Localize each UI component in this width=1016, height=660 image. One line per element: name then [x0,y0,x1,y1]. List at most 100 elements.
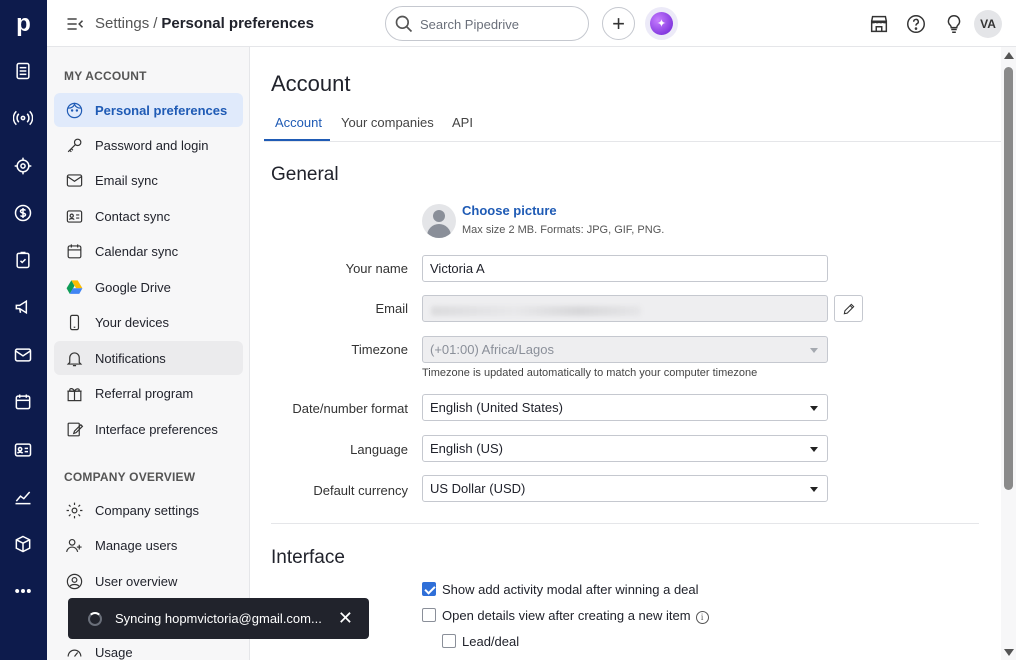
breadcrumb-separator: / [153,15,158,32]
contacts-icon[interactable] [11,438,35,462]
language-value: English (US) [430,441,503,456]
users-icon [63,534,85,556]
sidebar-item-interface-preferences[interactable]: Interface preferences [54,412,243,446]
app-rail: p [0,0,47,660]
interface-heading: Interface [271,547,345,568]
sidebar-item-company-settings[interactable]: Company settings [54,493,243,527]
user-circle-icon [63,570,85,592]
lead-deal-label: Lead/deal [462,634,520,649]
lightbulb-icon[interactable] [943,13,965,35]
open-details-checkbox[interactable] [422,608,436,622]
more-icon[interactable] [11,579,35,603]
sidebar-item-label: Your devices [95,314,169,330]
tab-account[interactable]: Account [275,115,322,130]
scroll-up-arrow-icon[interactable] [1004,52,1014,59]
date-format-value: English (United States) [430,400,563,415]
tab-bar: Account Your companies API [264,111,1001,142]
insights-icon[interactable] [11,485,35,509]
bell-icon [63,347,85,369]
currency-value: US Dollar (USD) [430,481,526,496]
sidebar-item-email-sync[interactable]: Email sync [54,163,243,197]
edit-email-button[interactable] [834,295,863,322]
face-icon [63,99,85,121]
sidebar-item-manage-users[interactable]: Manage users [54,528,243,562]
activity-modal-checkbox[interactable] [422,582,436,596]
pencil-icon [843,303,854,314]
scroll-down-arrow-icon[interactable] [1004,649,1014,656]
dollar-icon[interactable] [11,201,35,225]
profile-picture-placeholder[interactable] [422,204,456,238]
page-title: Account [271,71,351,96]
leads-icon[interactable] [11,106,35,130]
search-input[interactable] [420,15,580,33]
breadcrumb-parent[interactable]: Settings [95,15,149,32]
gear-icon [63,499,85,521]
mail-icon[interactable] [11,343,35,367]
chevron-down-icon [810,406,818,411]
info-icon[interactable]: i [695,611,709,624]
email-field [422,295,828,322]
sidebar-item-label: Company settings [95,502,200,518]
sidebar-item-label: Usage [95,644,133,660]
pipedrive-logo[interactable]: p [0,0,47,47]
page-scrollbar[interactable] [1001,47,1016,660]
edit-layout-icon [63,418,85,440]
sidebar-item-label: Calendar sync [95,243,179,259]
chevron-down-icon [810,447,818,452]
sidebar-item-label: Notifications [95,350,166,366]
close-icon[interactable]: ✕ [338,608,353,629]
mail-icon [63,169,85,191]
breadcrumb-current: Personal preferences [161,15,314,32]
sidebar-item-label: Email sync [95,172,158,188]
sidebar-item-contact-sync[interactable]: Contact sync [54,199,243,233]
name-field[interactable]: Victoria A [422,255,828,282]
google-drive-icon [63,276,85,298]
help-icon[interactable] [905,13,927,35]
company-overview-heading: COMPANY OVERVIEW [64,470,196,484]
scroll-thumb[interactable] [1004,67,1013,490]
lead-deal-checkbox[interactable] [442,634,456,648]
products-icon[interactable] [11,532,35,556]
choose-picture-link[interactable]: Choose picture [462,203,557,218]
sidebar-item-personal-preferences[interactable]: Personal preferences [54,93,243,127]
calendar-icon[interactable] [11,390,35,414]
sidebar-item-referral-program[interactable]: Referral program [54,376,243,410]
tab-api[interactable]: API [452,115,473,130]
quick-add-button[interactable]: + [602,7,635,40]
currency-label: Default currency [313,483,408,498]
settings-sidebar: MY ACCOUNT Personal preferences Password… [47,47,250,660]
sidebar-item-label: Interface preferences [95,421,218,437]
date-format-select[interactable]: English (United States) [422,394,828,421]
gauge-icon [63,641,85,660]
sidebar-item-calendar-sync[interactable]: Calendar sync [54,234,243,268]
megaphone-icon[interactable] [11,295,35,319]
date-format-label: Date/number format [292,401,408,416]
currency-select[interactable]: US Dollar (USD) [422,475,828,502]
key-icon [63,134,85,156]
ai-assistant-button[interactable]: ✦ [645,7,678,40]
top-bar: Settings/Personal preferences + ✦ VA [47,0,1016,47]
collapse-menu-icon[interactable] [65,14,85,34]
tasks-icon[interactable] [11,248,35,272]
sidebar-item-google-drive[interactable]: Google Drive [54,270,243,304]
global-search[interactable] [385,6,589,41]
sidebar-item-user-overview[interactable]: User overview [54,564,243,598]
tab-your-companies[interactable]: Your companies [341,115,434,130]
sidebar-item-notifications[interactable]: Notifications [54,341,243,375]
sidebar-item-your-devices[interactable]: Your devices [54,305,243,339]
deals-icon[interactable] [11,59,35,83]
sync-toast: Syncing hopmvictoria@gmail.com... ✕ [68,598,369,639]
language-select[interactable]: English (US) [422,435,828,462]
sidebar-item-password-login[interactable]: Password and login [54,128,243,162]
user-avatar[interactable]: VA [974,10,1002,38]
sidebar-item-label: Manage users [95,537,178,553]
active-tab-indicator [264,139,330,141]
target-icon[interactable] [11,154,35,178]
sidebar-item-label: Password and login [95,137,209,153]
general-heading: General [271,164,339,185]
chevron-down-icon [810,348,818,353]
sidebar-item-label: User overview [95,573,178,589]
chevron-down-icon [810,487,818,492]
open-details-label: Open details view after creating a new i… [442,608,709,624]
marketplace-icon[interactable] [868,13,890,35]
